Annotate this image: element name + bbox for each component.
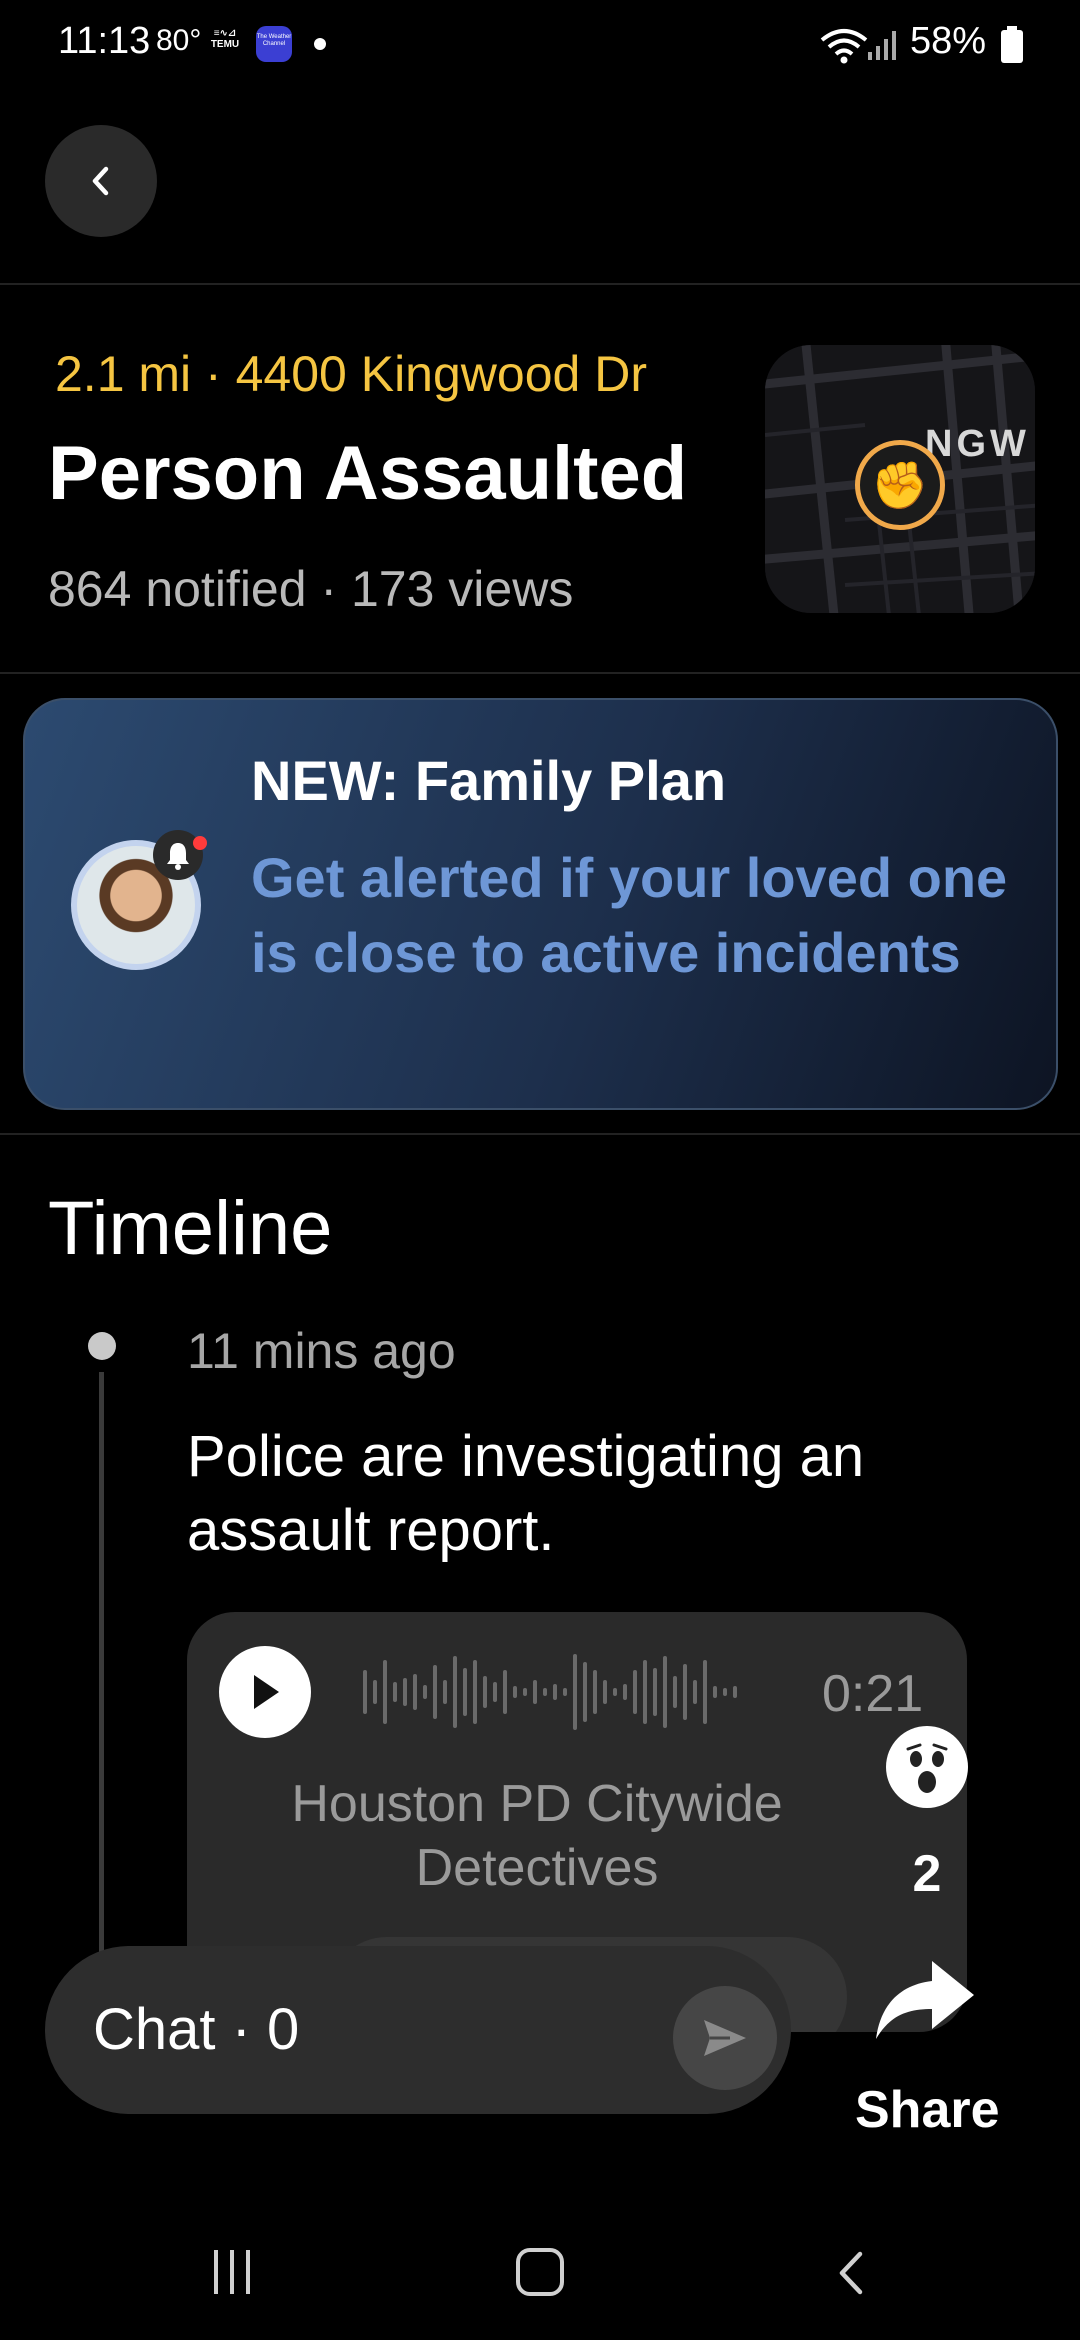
waveform: [363, 1654, 737, 1730]
battery-icon: [1001, 26, 1023, 63]
battery-percent: 58%: [910, 20, 987, 62]
scared-face-icon: [894, 1734, 960, 1800]
chat-label: Chat · 0: [93, 1997, 300, 2062]
scared-face-reaction-button[interactable]: [886, 1726, 968, 1808]
status-bar: 11:13 80° ≡∿⊿ TEMU The Weather Channel 58…: [0, 0, 1080, 90]
share-button-label[interactable]: Share: [855, 2080, 1000, 2140]
chat-input-bar[interactable]: Chat · 0: [45, 1946, 791, 2114]
home-nav-button[interactable]: [516, 2248, 564, 2296]
divider: [0, 283, 1080, 285]
send-icon: [704, 2020, 746, 2056]
incident-map-thumbnail[interactable]: NGW ✊: [765, 345, 1035, 613]
audio-duration: 0:21: [822, 1665, 924, 1723]
weather-channel-icon: The Weather Channel: [256, 26, 292, 62]
timeline-entry-text: Police are investigating an assault repo…: [187, 1424, 865, 1563]
back-nav-button[interactable]: [830, 2248, 874, 2298]
share-arrow-icon[interactable]: [870, 1955, 980, 2045]
audio-source: Houston PD Citywide Detectives: [291, 1775, 783, 1897]
temu-label: TEMU: [210, 39, 240, 50]
incident-title: Person Assaulted: [48, 431, 688, 516]
play-icon: [254, 1675, 279, 1709]
chevron-left-icon: [92, 166, 109, 196]
status-time: 11:13: [58, 20, 151, 62]
timeline-dot: [88, 1332, 116, 1360]
incident-distance-address: 2.1 mi · 4400 Kingwood Dr: [55, 346, 647, 402]
promo-title: NEW: Family Plan: [251, 749, 727, 812]
notification-dot: [193, 836, 207, 850]
temu-notification-icon: ≡∿⊿ TEMU: [210, 28, 240, 50]
more-notifications-dot: [314, 38, 326, 50]
send-button[interactable]: [673, 1986, 777, 2090]
recents-nav-button[interactable]: [214, 2250, 264, 2294]
timeline-heading: Timeline: [48, 1186, 333, 1271]
recents-bar: [214, 2250, 218, 2294]
status-temperature: 80°: [156, 24, 202, 57]
back-button[interactable]: [45, 125, 157, 237]
play-button[interactable]: [219, 1646, 311, 1738]
family-plan-promo-card[interactable]: NEW: Family Plan Get alerted if your lov…: [23, 698, 1058, 1110]
wifi-icon: [820, 29, 868, 64]
reaction-count: 2: [912, 1845, 942, 1903]
recents-bar: [246, 2250, 250, 2294]
recents-bar: [230, 2250, 234, 2294]
signal-icon: [868, 31, 896, 60]
incident-stats: 864 notified · 173 views: [48, 561, 574, 617]
divider: [0, 672, 1080, 674]
fist-icon: ✊: [855, 440, 945, 530]
map-street-label: NGW: [925, 423, 1030, 465]
promo-body: Get alerted if your loved one is close t…: [251, 846, 1008, 984]
timeline-entry-time: 11 mins ago: [187, 1323, 456, 1379]
timeline-line: [99, 1372, 104, 1972]
divider: [0, 1133, 1080, 1135]
